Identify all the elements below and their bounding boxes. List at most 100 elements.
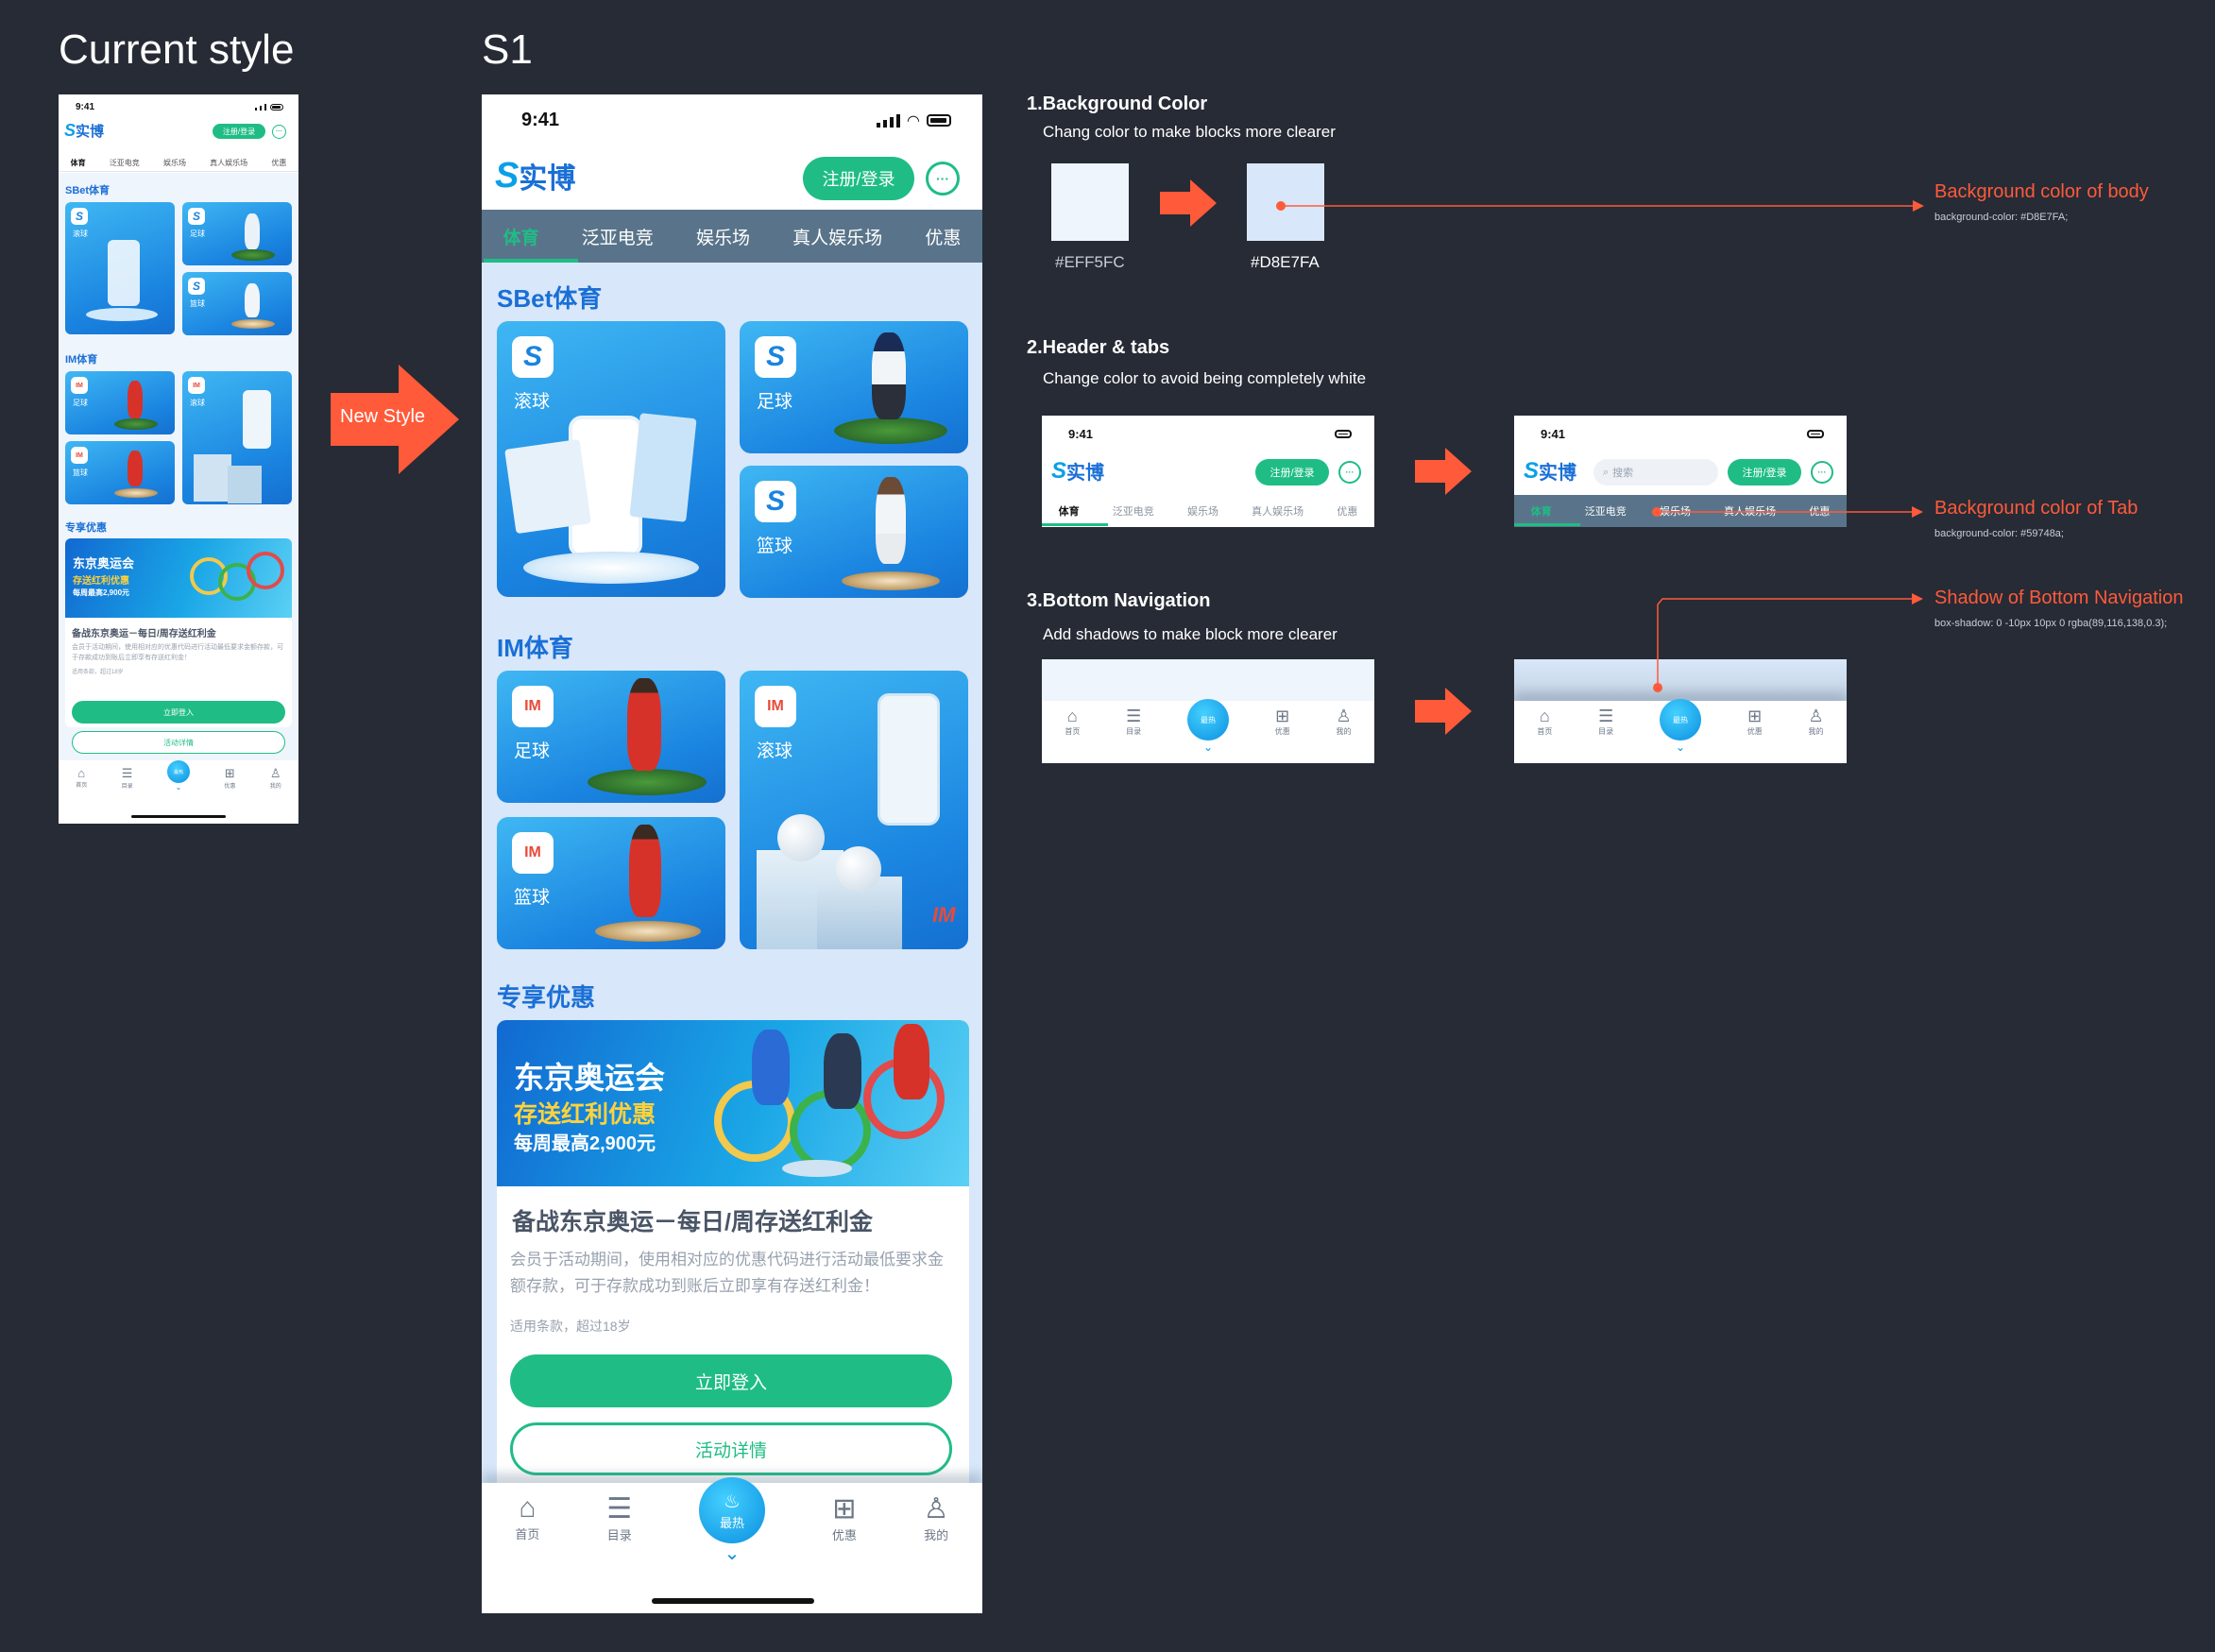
nav-mine[interactable]: ♙ 我的 [1808,707,1823,737]
nav-home[interactable]: ⌂ 首页 [76,766,87,789]
nav-hot[interactable]: 最热 ⌄ [1186,699,1229,754]
nav-catalog[interactable]: ☰ 目录 [1598,707,1613,737]
card-sbet-basketball[interactable]: S 篮球 [182,272,292,335]
card-label: 滚球 [514,392,551,412]
tab-esports[interactable]: 泛亚电竞 [1113,503,1154,519]
header-arrow [1415,448,1472,495]
card-sbet-football[interactable]: S 足球 [182,202,292,265]
athlete-graphic [894,1024,929,1099]
gift-icon: ⊞ [224,766,235,780]
card-sbet-rollball[interactable]: S 滚球 [65,202,175,334]
tab-casino[interactable]: 娱乐场 [1187,503,1218,519]
section-title-promo: 专享优惠 [497,983,596,1012]
nav-mine[interactable]: ♙ 我的 [1336,707,1351,737]
nav-hot[interactable]: 最热 ⌄ [166,760,190,792]
tab-sports[interactable]: 体育 [503,224,539,249]
nav-catalog[interactable]: ☰ 目录 [1126,707,1141,737]
status-time: 9:41 [1068,427,1094,441]
register-button[interactable]: 注册/登录 [803,157,914,200]
gift-icon: ⊞ [1747,707,1763,725]
tab-casino[interactable]: 娱乐场 [163,158,186,168]
bg-arrow [1160,179,1217,227]
chat-icon[interactable]: ··· [1338,461,1361,484]
nav-home[interactable]: ⌂ 首页 [515,1492,539,1542]
nav-promo[interactable]: ⊞ 优惠 [832,1492,857,1543]
card-sbet-football[interactable]: S 足球 [740,321,968,453]
nav-promo[interactable]: ⊞ 优惠 [1747,707,1763,737]
nav-label: 目录 [121,784,133,790]
nav-mine[interactable]: ♙ 我的 [924,1492,949,1543]
promo-banner[interactable]: 东京奥运会 存送红利优惠 每周最高2,900元 [65,538,292,618]
player-graphic [876,477,906,564]
section-title-sbet: SBet体育 [497,284,603,313]
tab-callout-code: background-color: #59748a; [1934,528,2064,539]
card-im-rollball[interactable]: IM 滚球 [182,371,292,504]
tab-live-casino[interactable]: 真人娱乐场 [792,224,882,249]
sbet-logo-icon: S [512,336,554,378]
promo-terms: 适用条款，超过18岁 [72,670,124,675]
card-im-rollball[interactable]: IM 滚球 IM [740,671,968,949]
nav-catalog[interactable]: ☰ 目录 [122,766,133,790]
card-sbet-basketball[interactable]: S 篮球 [740,466,968,598]
nav-hot[interactable]: ♨ 最热 ⌄ [698,1477,765,1564]
sbet-logo-icon: S [188,208,205,225]
tab-active-indicator [1514,523,1580,526]
nav-home[interactable]: ⌂ 首页 [1537,707,1552,737]
tab-callout-line [1652,506,1923,518]
chat-icon[interactable]: ··· [926,162,960,196]
promo-banner[interactable]: 东京奥运会 存送红利优惠 每周最高2,900元 [497,1020,969,1186]
grass-graphic [588,769,707,795]
tab-esports[interactable]: 泛亚电竞 [1585,503,1627,519]
banner-line-3: 每周最高2,900元 [514,1133,656,1154]
card-im-basketball[interactable]: IM 篮球 [65,441,175,504]
nav-label: 优惠 [1274,727,1290,736]
tab-sports[interactable]: 体育 [1531,503,1552,519]
chat-icon[interactable]: ··· [272,125,286,139]
register-button[interactable]: 注册/登录 [1728,459,1801,485]
sbet-logo-icon: S [71,208,88,225]
tab-sports[interactable]: 体育 [1059,503,1080,519]
card-im-football[interactable]: IM 足球 [497,671,725,803]
tab-live-casino[interactable]: 真人娱乐场 [1252,503,1303,519]
status-bar: 9:41 [76,102,283,112]
activity-details-button[interactable]: 活动详情 [510,1422,952,1475]
login-now-button[interactable]: 立即登入 [510,1354,952,1407]
tab-promo[interactable]: 优惠 [925,224,961,249]
register-button[interactable]: 注册/登录 [213,124,265,139]
tab-bar: 体育 泛亚电竞 娱乐场 真人娱乐场 优惠 [59,155,298,172]
home-icon: ⌂ [519,1492,537,1524]
nav-hot[interactable]: 最热 ⌄ [1659,699,1701,754]
nav-label: 最热 [1672,715,1688,724]
nav-home[interactable]: ⌂ 首页 [1065,707,1080,737]
home-indicator [131,815,226,818]
signal-icon [255,104,266,111]
card-sbet-rollball[interactable]: S 滚球 [497,321,725,597]
register-button[interactable]: 注册/登录 [1255,459,1329,485]
nav-label: 首页 [76,783,88,789]
tab-bar: 体育 泛亚电竞 娱乐场 真人娱乐场 优惠 [1042,495,1374,527]
im-logo-icon: IM [188,377,205,394]
nav-catalog[interactable]: ☰ 目录 [606,1492,632,1543]
flame-icon: 最热 [1659,699,1701,741]
tab-sports[interactable]: 体育 [71,158,86,168]
nav-promo[interactable]: ⊞ 优惠 [1275,707,1290,737]
activity-details-button[interactable]: 活动详情 [72,731,285,754]
chat-icon[interactable]: ··· [1811,461,1833,484]
card-im-basketball[interactable]: IM 篮球 [497,817,725,949]
tab-live-casino[interactable]: 真人娱乐场 [210,158,247,168]
nav-mine[interactable]: ♙ 我的 [270,766,281,790]
user-icon: ♙ [1336,707,1352,725]
grass-graphic [114,418,158,430]
im-logo-icon: IM [512,686,554,727]
battery-icon [1807,430,1824,438]
nav-promo[interactable]: ⊞ 优惠 [224,766,235,790]
tab-promo[interactable]: 优惠 [1337,503,1357,519]
tab-promo[interactable]: 优惠 [271,158,286,168]
tab-esports[interactable]: 泛亚电竞 [582,224,654,249]
login-now-button[interactable]: 立即登入 [72,701,285,724]
logo-text: 实博 [1539,463,1577,484]
tab-esports[interactable]: 泛亚电竞 [110,158,140,168]
tab-casino[interactable]: 娱乐场 [696,224,750,249]
card-im-football[interactable]: IM 足球 [65,371,175,434]
search-input[interactable]: ⌕ 搜索 [1593,459,1718,485]
